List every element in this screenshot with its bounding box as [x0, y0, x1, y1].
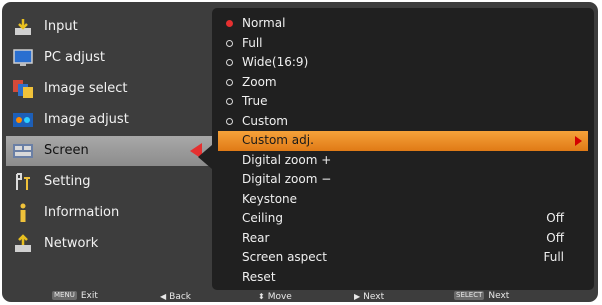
- sidebar-item-label: Network: [44, 236, 99, 251]
- radio-icon: [226, 59, 233, 66]
- hint-label: Next: [363, 292, 385, 302]
- menu-key-icon: MENU: [52, 291, 77, 300]
- option-digital-zoom-minus[interactable]: Digital zoom −: [218, 170, 588, 190]
- sidebar-item-pc-adjust[interactable]: PC adjust: [6, 43, 212, 73]
- radio-icon: [226, 78, 233, 86]
- radio-icon: [226, 98, 233, 105]
- sidebar-item-label: PC adjust: [44, 50, 105, 65]
- hint-back: ◀ Back: [160, 291, 191, 302]
- sidebar-item-image-adjust[interactable]: Image adjust: [6, 105, 212, 135]
- sidebar-item-label: Image select: [44, 81, 128, 96]
- option-digital-zoom-plus[interactable]: Digital zoom +: [218, 151, 588, 171]
- option-label: Keystone: [242, 191, 298, 206]
- setting-icon: [16, 173, 30, 190]
- option-custom[interactable]: Custom: [218, 112, 588, 132]
- option-label: Normal: [242, 16, 286, 30]
- option-wide[interactable]: Wide(16:9): [218, 53, 588, 73]
- option-screen-aspect[interactable]: Screen aspect Full: [218, 248, 588, 268]
- option-label: Reset: [242, 269, 276, 284]
- option-label: Ceiling: [242, 211, 283, 225]
- option-keystone[interactable]: Keystone: [218, 190, 588, 210]
- hint-move: ⬍ Move: [258, 291, 292, 302]
- option-label: Full: [242, 35, 263, 50]
- option-label: Digital zoom +: [242, 152, 332, 167]
- option-label: Zoom: [242, 74, 277, 89]
- radio-selected-icon: [226, 20, 233, 27]
- screen-submenu-panel: Normal Full Wide(16:9) Zoom True Custom …: [212, 8, 594, 290]
- submenu-arrow-icon: [575, 136, 582, 146]
- sidebar-item-label: Information: [44, 205, 120, 220]
- option-custom-adj[interactable]: Custom adj.: [218, 131, 588, 151]
- option-value: Full: [543, 250, 564, 264]
- option-label: Custom adj.: [242, 133, 314, 147]
- sidebar-item-image-select[interactable]: Image select: [6, 74, 212, 104]
- select-key-icon: SELECT: [454, 291, 485, 300]
- radio-icon: [226, 39, 233, 47]
- hint-exit: MENU Exit: [52, 291, 98, 302]
- main-menu-sidebar: Input PC adjust Image select Image adjus…: [6, 8, 212, 286]
- information-icon: [20, 203, 26, 222]
- sidebar-item-input[interactable]: Input: [6, 12, 212, 42]
- option-reset[interactable]: Reset: [218, 268, 588, 288]
- option-value: Off: [546, 230, 564, 245]
- screen-icon: [13, 144, 33, 158]
- input-icon: [15, 19, 31, 35]
- sidebar-item-information[interactable]: Information: [6, 198, 212, 228]
- sidebar-item-label: Input: [44, 19, 78, 34]
- option-true[interactable]: True: [218, 92, 588, 112]
- option-zoom[interactable]: Zoom: [218, 73, 588, 93]
- option-label: Digital zoom −: [242, 172, 332, 186]
- network-icon: [15, 234, 31, 252]
- option-rear[interactable]: Rear Off: [218, 229, 588, 249]
- hint-label: Next: [488, 291, 510, 301]
- hint-next: ▶ Next: [354, 291, 384, 302]
- right-arrow-icon: ▶: [354, 292, 361, 301]
- option-label: Wide(16:9): [242, 55, 309, 69]
- sidebar-item-screen[interactable]: Screen: [6, 136, 212, 166]
- option-label: Rear: [242, 230, 270, 245]
- radio-icon: [226, 117, 233, 125]
- image-adjust-icon: [13, 113, 33, 127]
- option-label: True: [242, 94, 268, 108]
- option-ceiling[interactable]: Ceiling Off: [218, 209, 588, 229]
- pc-adjust-icon: [13, 49, 33, 66]
- left-arrow-icon: ◀: [160, 292, 167, 301]
- sidebar-item-label: Image adjust: [44, 112, 129, 127]
- sidebar-item-network[interactable]: Network: [6, 229, 212, 259]
- option-full[interactable]: Full: [218, 34, 588, 54]
- sidebar-item-label: Screen: [44, 143, 89, 158]
- active-menu-connector: [198, 145, 212, 169]
- sidebar-item-label: Setting: [44, 174, 91, 189]
- hint-label: Exit: [80, 291, 98, 301]
- option-normal[interactable]: Normal: [218, 14, 588, 34]
- hint-select: SELECT Next: [454, 291, 509, 302]
- option-label: Screen aspect: [242, 250, 327, 264]
- hint-label: Back: [169, 292, 192, 302]
- projector-osd-menu: Input PC adjust Image select Image adjus…: [2, 2, 598, 302]
- option-value: Off: [546, 211, 564, 225]
- sidebar-item-setting[interactable]: Setting: [6, 167, 212, 197]
- image-select-icon: [13, 80, 33, 98]
- navigation-hint-bar: MENU Exit ◀ Back ⬍ Move ▶ Next SELECT Next: [2, 291, 598, 302]
- up-down-arrow-icon: ⬍: [258, 292, 265, 301]
- option-label: Custom: [242, 113, 288, 128]
- hint-label: Move: [267, 292, 292, 302]
